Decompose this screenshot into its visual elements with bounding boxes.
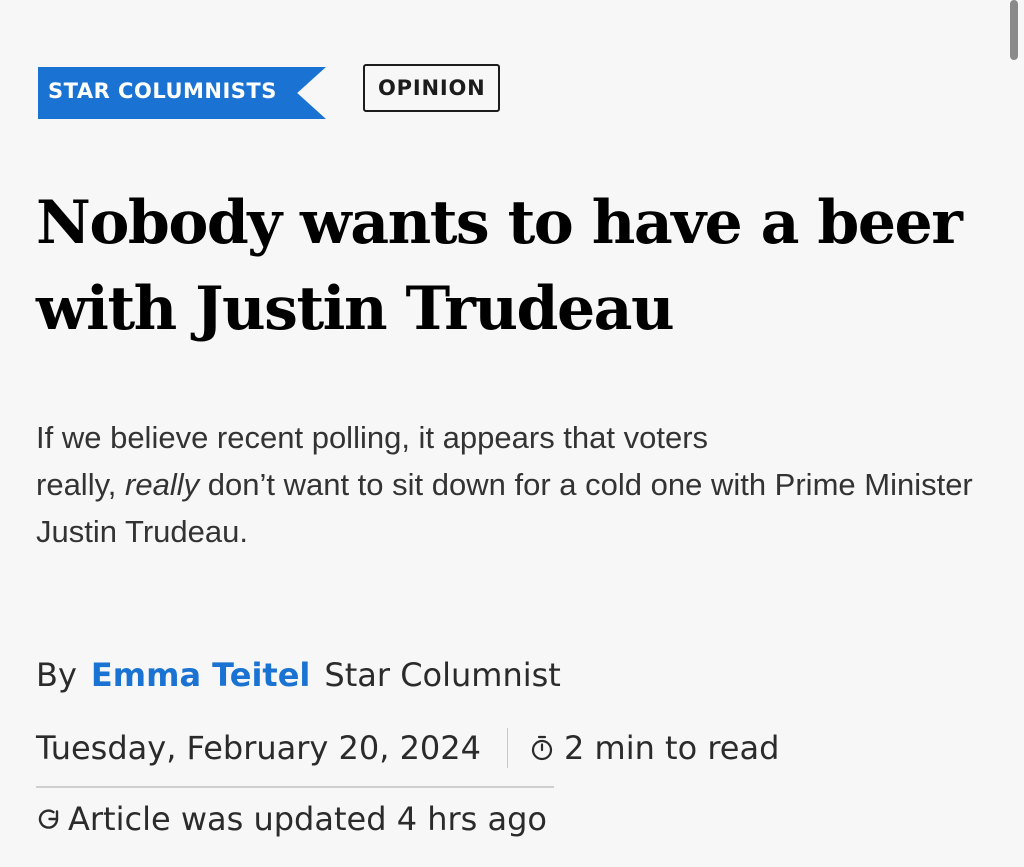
scrollbar[interactable] xyxy=(1010,0,1018,60)
byline-prefix: By xyxy=(36,656,77,694)
updated-text: Article was updated 4 hrs ago xyxy=(68,800,547,838)
headline-line-2: with Justin Trudeau xyxy=(36,274,675,344)
section-tag-star-columnists[interactable]: STAR COLUMNISTS xyxy=(38,67,326,119)
section-tag-label: STAR COLUMNISTS xyxy=(48,79,277,103)
opinion-tag: OPINION xyxy=(363,64,501,112)
headline-line-1: Nobody wants to have a beer xyxy=(36,188,963,258)
stopwatch-icon xyxy=(531,735,553,761)
author-role: Star Columnist xyxy=(324,656,561,694)
byline: By Emma Teitel Star Columnist xyxy=(36,656,561,694)
article-meta: Tuesday, February 20, 2024 2 min to read xyxy=(36,728,779,768)
update-notice: Article was updated 4 hrs ago xyxy=(36,800,547,838)
read-time: 2 min to read xyxy=(564,729,780,767)
deck-part-2: really, xyxy=(36,467,117,502)
meta-divider xyxy=(507,728,508,768)
deck-line-1: If we believe recent polling, it appears… xyxy=(36,420,709,455)
author-link[interactable]: Emma Teitel xyxy=(91,656,311,694)
article-headline: Nobody wants to have a beer with Justin … xyxy=(36,180,996,352)
article-deck: If we believe recent polling, it appears… xyxy=(36,414,996,555)
meta-divider-rule xyxy=(36,786,554,788)
deck-emphasis: really xyxy=(125,467,200,502)
publish-date: Tuesday, February 20, 2024 xyxy=(36,729,481,767)
refresh-icon xyxy=(38,809,59,829)
